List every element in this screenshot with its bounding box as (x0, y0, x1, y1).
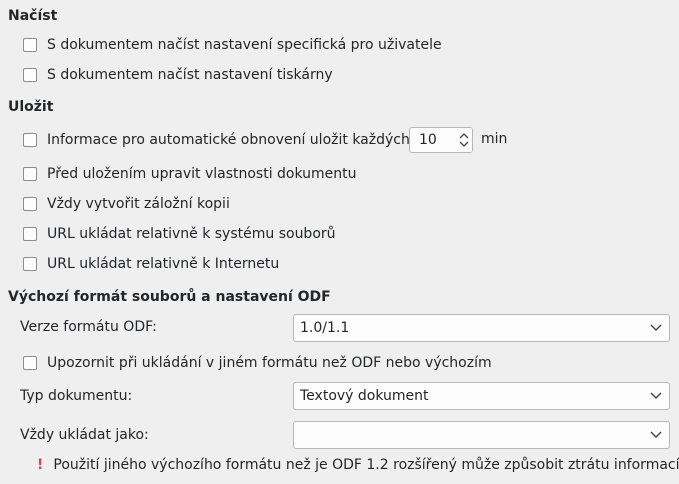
format-warning-text: Použití jiného výchozího formátu než je … (53, 457, 679, 473)
url-filesystem-checkbox[interactable] (23, 227, 37, 241)
warning-icon: ! (37, 457, 44, 473)
minutes-unit-label: min (481, 131, 508, 147)
odf-version-select[interactable]: 1.0/1.1 (293, 314, 670, 342)
load-printer-settings-option[interactable]: S dokumentem načíst nastavení tiskárny (23, 64, 333, 86)
url-filesystem-label: URL ukládat relativně k systému souborů (47, 226, 336, 242)
edit-properties-checkbox[interactable] (23, 167, 37, 181)
edit-properties-option[interactable]: Před uložením upravit vlastnosti dokumen… (23, 163, 357, 185)
backup-copy-option[interactable]: Vždy vytvořit záložní kopii (23, 193, 230, 215)
load-user-settings-checkbox[interactable] (23, 38, 37, 52)
always-save-as-select[interactable] (293, 421, 670, 449)
url-filesystem-option[interactable]: URL ukládat relativně k systému souborů (23, 223, 336, 245)
url-internet-label: URL ukládat relativně k Internetu (47, 256, 280, 272)
odf-version-label: Verze formátu ODF: (20, 319, 157, 335)
warn-non-odf-checkbox[interactable] (23, 356, 37, 370)
url-internet-option[interactable]: URL ukládat relativně k Internetu (23, 253, 279, 275)
section-title-save: Uložit (8, 99, 54, 115)
section-title-load: Načíst (8, 8, 58, 24)
spin-arrows-icon[interactable] (456, 132, 472, 148)
load-user-settings-option[interactable]: S dokumentem načíst nastavení specifická… (23, 34, 442, 56)
backup-copy-label: Vždy vytvořit záložní kopii (47, 196, 230, 212)
load-user-settings-label: S dokumentem načíst nastavení specifická… (47, 37, 442, 53)
doc-type-label: Typ dokumentu: (20, 388, 133, 404)
autorecovery-option[interactable]: Informace pro automatické obnovení uloži… (23, 129, 415, 151)
chevron-down-icon (649, 321, 663, 335)
chevron-down-icon (649, 428, 663, 442)
load-printer-settings-label: S dokumentem načíst nastavení tiskárny (47, 67, 333, 83)
warn-non-odf-label: Upozornit při ukládání v jiném formátu n… (47, 355, 492, 371)
autorecovery-minutes-spinbox[interactable]: 10 (409, 127, 473, 153)
chevron-down-icon (649, 389, 663, 403)
doc-type-value: Textový dokument (300, 388, 429, 404)
warn-non-odf-option[interactable]: Upozornit při ukládání v jiném formátu n… (23, 352, 492, 374)
format-warning: ! Použití jiného výchozího formátu než j… (37, 457, 679, 473)
url-internet-checkbox[interactable] (23, 257, 37, 271)
load-printer-settings-checkbox[interactable] (23, 68, 37, 82)
autorecovery-checkbox[interactable] (23, 133, 37, 147)
autorecovery-minutes-value[interactable]: 10 (410, 132, 456, 148)
odf-version-value: 1.0/1.1 (300, 320, 350, 336)
section-title-odf: Výchozí formát souborů a nastavení ODF (8, 289, 331, 305)
always-save-as-label: Vždy ukládat jako: (20, 427, 149, 443)
doc-type-select[interactable]: Textový dokument (293, 382, 670, 410)
edit-properties-label: Před uložením upravit vlastnosti dokumen… (47, 166, 357, 182)
autorecovery-label: Informace pro automatické obnovení uloži… (47, 132, 415, 148)
backup-copy-checkbox[interactable] (23, 197, 37, 211)
